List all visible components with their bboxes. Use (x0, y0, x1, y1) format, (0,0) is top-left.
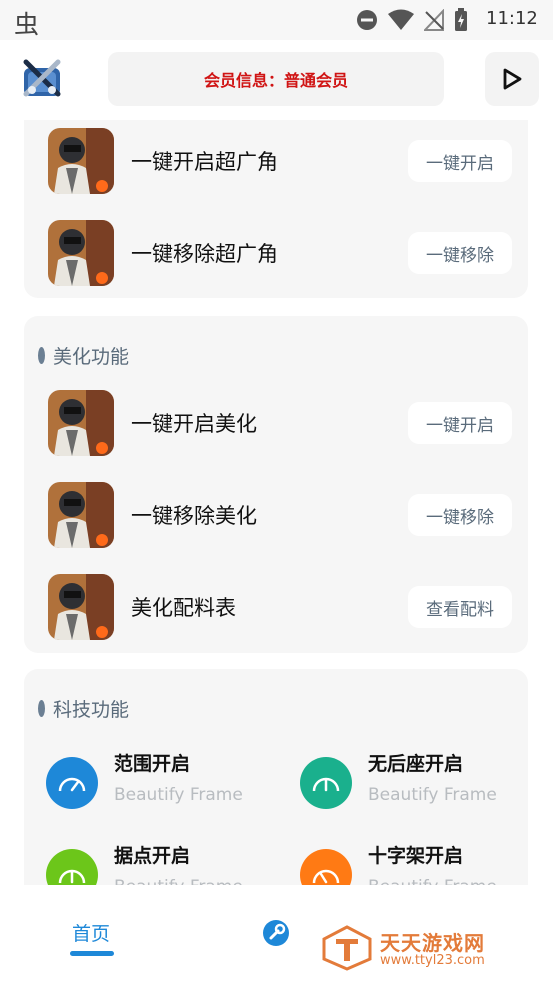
main-scroll-area[interactable]: 一键开启超广角 一键开启 一键移除超广角 一键移除 美化功能 一键开启美化 一键… (0, 120, 553, 885)
remove-wide-angle-button[interactable]: 一键移除 (408, 232, 512, 274)
row-label: 一键移除美化 (131, 504, 257, 528)
game-thumbnail (48, 482, 114, 548)
beautify-card: 美化功能 一键开启美化 一键开启 一键移除美化 一键移除 美化配料表 查看配料 (24, 316, 528, 653)
status-bar: 虫 11:12 (0, 0, 553, 40)
tech-subtitle: Beautify Frame (114, 785, 243, 805)
row-label: 一键开启超广角 (131, 150, 278, 174)
watermark-title: 天天游戏网 (380, 931, 485, 955)
list-item: 一键开启超广角 一键开启 (48, 128, 528, 194)
app-logo-icon (18, 56, 66, 104)
game-thumbnail (48, 128, 114, 194)
speedometer-icon (300, 849, 352, 885)
watermark-url: www.ttyl23.com (380, 953, 485, 968)
tech-title: 范围开启 (114, 753, 191, 775)
list-item: 一键开启美化 一键开启 (48, 390, 528, 456)
section-title: 科技功能 (53, 699, 130, 721)
status-time: 11:12 (486, 8, 538, 29)
play-icon (503, 68, 522, 90)
active-tab-indicator (70, 951, 114, 956)
tech-item-range[interactable]: 范围开启 Beautify Frame (46, 749, 286, 819)
wrench-icon[interactable] (262, 919, 290, 947)
tech-subtitle: Beautify Frame (368, 785, 497, 805)
row-label: 一键移除超广角 (131, 242, 278, 266)
tech-item-stronghold[interactable]: 据点开启 Beautify Frame (46, 841, 286, 885)
section-header: 科技功能 (38, 695, 129, 722)
list-item: 一键移除超广角 一键移除 (48, 220, 528, 286)
game-thumbnail (48, 574, 114, 640)
tab-home[interactable]: 首页 (72, 919, 110, 946)
battery-charging-icon (455, 8, 467, 31)
no-signal-icon (424, 9, 444, 31)
list-item: 美化配料表 查看配料 (48, 574, 528, 640)
app-header: 会员信息：普通会员 (0, 40, 553, 120)
enable-beautify-button[interactable]: 一键开启 (408, 402, 512, 444)
speedometer-icon (300, 757, 352, 809)
view-ingredients-button[interactable]: 查看配料 (408, 586, 512, 628)
tech-title: 无后座开启 (368, 753, 464, 775)
leaf-icon (38, 700, 45, 717)
do-not-disturb-icon (357, 10, 377, 30)
wifi-icon (388, 9, 414, 30)
member-info-banner: 会员信息：普通会员 (108, 52, 444, 106)
row-label: 一键开启美化 (131, 412, 257, 436)
play-button[interactable] (485, 52, 539, 106)
enable-wide-angle-button[interactable]: 一键开启 (408, 140, 512, 182)
bug-icon: 虫 (14, 10, 40, 39)
section-header: 美化功能 (38, 342, 129, 369)
watermark-logo-icon (322, 925, 372, 971)
list-item: 一键移除美化 一键移除 (48, 482, 528, 548)
game-thumbnail (48, 220, 114, 286)
status-icons (356, 8, 468, 32)
game-thumbnail (48, 390, 114, 456)
speedometer-icon (46, 849, 98, 885)
section-title: 美化功能 (53, 346, 130, 368)
tech-title: 据点开启 (114, 845, 191, 867)
leaf-icon (38, 347, 45, 364)
tech-item-crosshair[interactable]: 十字架开启 Beautify Frame (300, 841, 540, 885)
tech-item-no-recoil[interactable]: 无后座开启 Beautify Frame (300, 749, 540, 819)
tech-card: 科技功能 范围开启 Beautify Frame 无后座开启 Beautify … (24, 669, 528, 885)
speedometer-icon (46, 757, 98, 809)
bottom-nav: 首页 天天游戏网 www.ttyl23.com (0, 885, 553, 983)
tech-subtitle: Beautify Frame (368, 877, 497, 885)
row-label: 美化配料表 (131, 596, 236, 620)
remove-beautify-button[interactable]: 一键移除 (408, 494, 512, 536)
tech-subtitle: Beautify Frame (114, 877, 243, 885)
tech-title: 十字架开启 (368, 845, 464, 867)
wide-angle-card: 一键开启超广角 一键开启 一键移除超广角 一键移除 (24, 120, 528, 298)
watermark: 天天游戏网 www.ttyl23.com (322, 925, 522, 971)
